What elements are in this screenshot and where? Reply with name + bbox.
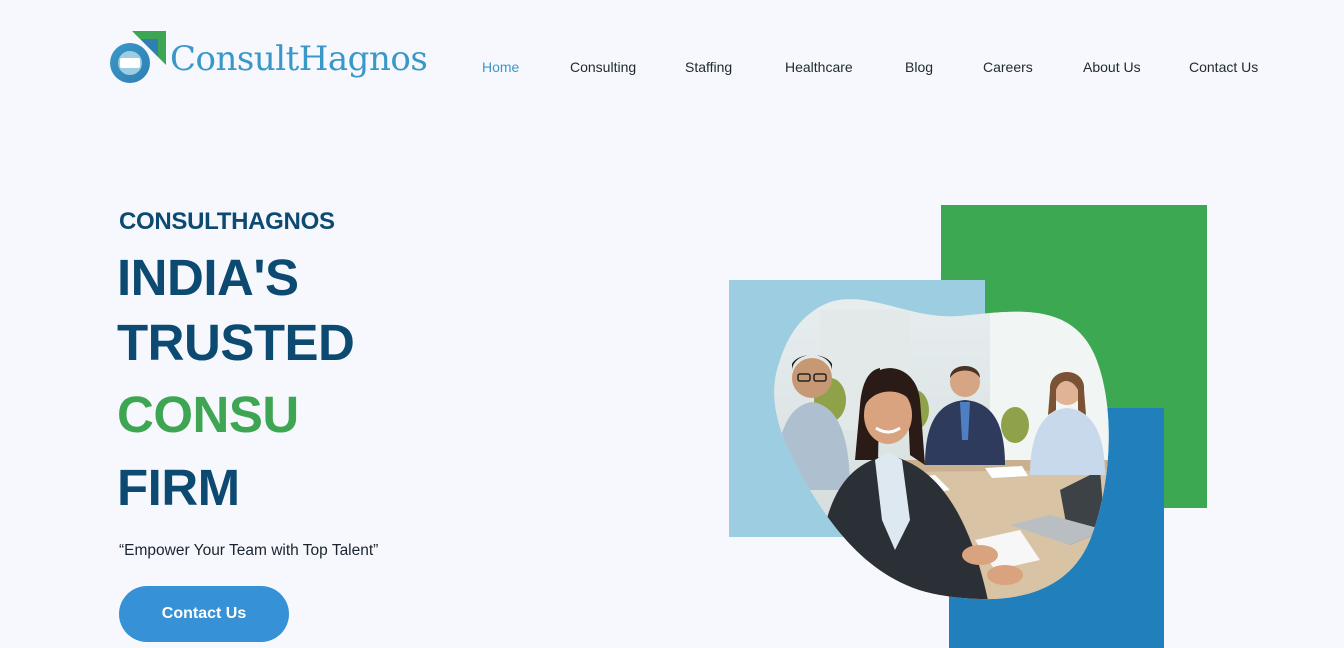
nav-about-us[interactable]: About Us (1083, 56, 1141, 78)
hero-headline-line-1: INDIA'S (117, 249, 299, 306)
nav-healthcare[interactable]: Healthcare (785, 56, 853, 78)
nav-consulting[interactable]: Consulting (570, 56, 636, 78)
hero-headline-line-4: FIRM (117, 459, 240, 516)
nav-careers[interactable]: Careers (983, 56, 1033, 78)
nav-contact-us[interactable]: Contact Us (1189, 56, 1258, 78)
nav-home[interactable]: Home (482, 56, 519, 78)
page: ConsultHagnos Home Consulting Staffing H… (0, 0, 1344, 648)
main-nav: Home Consulting Staffing Healthcare Blog… (0, 56, 1344, 78)
hero-headline-line-2: TRUSTED (117, 314, 355, 371)
team-meeting-photo (774, 299, 1109, 600)
hero-eyebrow: CONSULTHAGNOS (119, 208, 335, 235)
hero-tagline: “Empower Your Team with Top Talent” (119, 542, 379, 559)
nav-blog[interactable]: Blog (905, 56, 933, 78)
nav-staffing[interactable]: Staffing (685, 56, 732, 78)
hero-headline-typing-word: CONSU (117, 386, 299, 443)
contact-us-button[interactable]: Contact Us (119, 586, 289, 642)
